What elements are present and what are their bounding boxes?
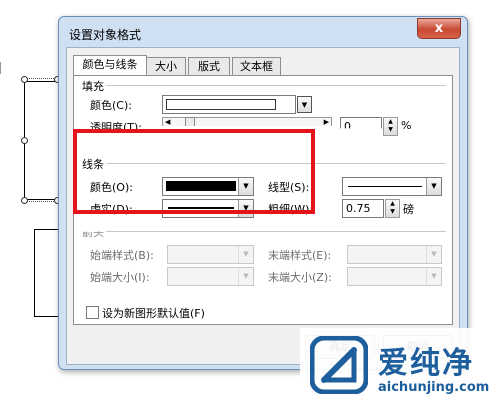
transparency-unit: % bbox=[401, 119, 412, 132]
begin-style-label: 始端样式(B): bbox=[90, 249, 154, 262]
tab-layout[interactable]: 版式 bbox=[188, 57, 230, 75]
resize-handle[interactable] bbox=[21, 137, 28, 144]
slider-right-arrow-icon[interactable]: ▶ bbox=[324, 118, 329, 126]
begin-size-label: 始端大小(I): bbox=[90, 271, 150, 284]
line-style-preview bbox=[348, 186, 422, 187]
end-style-select[interactable]: ▼ bbox=[347, 245, 442, 264]
chevron-down-icon[interactable]: ▼ bbox=[238, 268, 253, 285]
set-default-label: 设为新图形默认值(F) bbox=[102, 307, 205, 320]
line-weight-unit: 磅 bbox=[403, 203, 414, 216]
resize-handle[interactable] bbox=[21, 197, 28, 204]
chevron-down-icon[interactable]: ▼ bbox=[426, 246, 441, 263]
close-button[interactable]: x bbox=[417, 18, 461, 39]
chevron-down-icon[interactable]: ▼ bbox=[297, 96, 312, 113]
tab-label: 版式 bbox=[198, 60, 220, 73]
watermark-logo-icon bbox=[310, 336, 368, 394]
chevron-down-icon[interactable]: ▼ bbox=[426, 178, 441, 195]
transparency-value: 0 bbox=[344, 120, 351, 133]
line-weight-value: 0.75 bbox=[346, 202, 371, 215]
close-icon: x bbox=[434, 21, 444, 36]
set-default-checkbox[interactable] bbox=[86, 306, 99, 319]
dialog-titlebar[interactable]: 设置对象格式 x bbox=[59, 17, 467, 47]
divider bbox=[106, 85, 446, 86]
tab-size[interactable]: 大小 bbox=[146, 57, 186, 75]
chevron-down-icon[interactable]: ▼ bbox=[426, 268, 441, 285]
fill-color-select[interactable]: ▼ bbox=[162, 95, 312, 114]
dialog-title: 设置对象格式 bbox=[69, 28, 142, 42]
line-weight-input[interactable]: 0.75 bbox=[342, 199, 384, 218]
begin-size-select[interactable]: ▼ bbox=[167, 267, 254, 286]
transparency-spinner[interactable]: ▲ ▼ bbox=[383, 117, 398, 136]
tab-colors-lines[interactable]: 颜色与线条 bbox=[73, 55, 147, 76]
resize-handle[interactable] bbox=[21, 76, 28, 83]
arrows-section-label: 箭头 bbox=[82, 226, 104, 239]
watermark-url-text: aichunjing.com bbox=[378, 380, 490, 395]
line-style-select[interactable]: ▼ bbox=[342, 177, 442, 196]
begin-style-select[interactable]: ▼ bbox=[167, 245, 254, 264]
tab-textbox[interactable]: 文本框 bbox=[232, 57, 281, 75]
tab-label: 文本框 bbox=[240, 60, 273, 73]
fill-color-swatch bbox=[166, 99, 276, 110]
fill-section-label: 填充 bbox=[82, 80, 104, 93]
watermark-cn-text: 爱纯净 bbox=[378, 346, 474, 381]
transparency-input[interactable]: 0 bbox=[340, 117, 382, 133]
doc-shape-selected[interactable] bbox=[24, 81, 59, 200]
doc-mark bbox=[0, 62, 4, 74]
tab-label: 大小 bbox=[155, 60, 177, 73]
watermark: 爱纯净 aichunjing.com bbox=[300, 328, 500, 401]
end-size-select[interactable]: ▼ bbox=[347, 267, 442, 286]
line-weight-spinner[interactable]: ▲ ▼ bbox=[385, 199, 400, 218]
tab-label: 颜色与线条 bbox=[82, 58, 138, 71]
end-style-label: 末端样式(E): bbox=[268, 249, 332, 262]
end-size-label: 末端大小(Z): bbox=[268, 271, 332, 284]
highlight-box bbox=[73, 129, 315, 214]
divider bbox=[106, 231, 446, 232]
chevron-down-icon[interactable]: ▼ bbox=[238, 246, 253, 263]
slider-left-arrow-icon[interactable]: ◀ bbox=[165, 118, 170, 126]
fill-color-label: 颜色(C): bbox=[90, 99, 132, 112]
